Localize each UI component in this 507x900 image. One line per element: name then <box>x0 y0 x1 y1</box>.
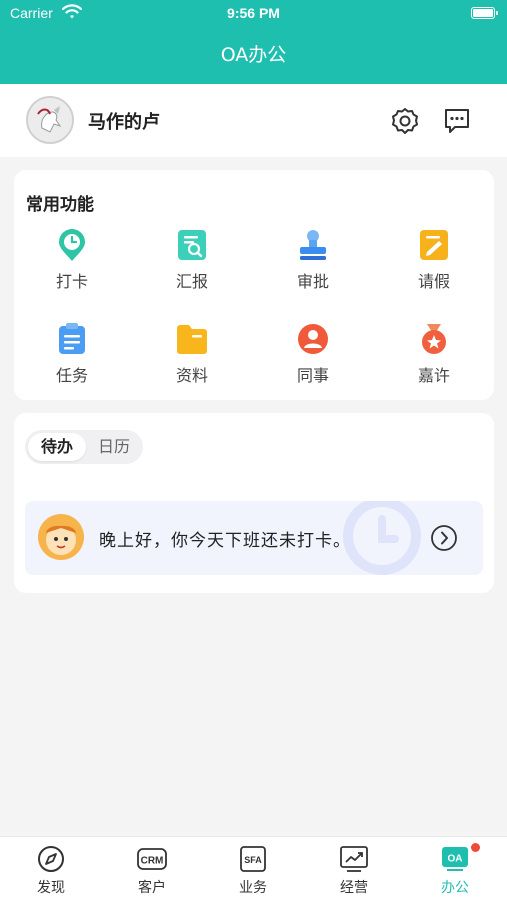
user-bar: 马作的卢 <box>0 84 507 157</box>
task-clipboard-icon <box>59 323 85 354</box>
report-search-icon <box>178 230 206 260</box>
crm-icon: CRM <box>137 848 167 870</box>
pegasus-avatar-icon <box>28 98 72 142</box>
settings-gear-icon[interactable] <box>390 106 420 136</box>
tab-todo[interactable]: 待办 <box>28 433 86 461</box>
svg-text:OA: OA <box>448 854 463 865</box>
tab-discover[interactable]: 发现 <box>16 845 86 897</box>
function-report[interactable]: 汇报 <box>152 228 232 292</box>
tab-customer[interactable]: CRM 客户 <box>117 845 187 897</box>
status-time: 9:56 PM <box>227 5 280 21</box>
leave-note-icon <box>420 230 448 260</box>
section-title: 常用功能 <box>26 195 94 215</box>
todo-segment-control: 待办 日历 <box>25 430 143 464</box>
function-task[interactable]: 任务 <box>32 322 112 386</box>
common-functions-card: 常用功能 打卡 汇报 审批 请假 任务 资料 同事 嘉许 <box>14 170 494 400</box>
function-documents[interactable]: 资料 <box>152 322 232 386</box>
clock-in-reminder[interactable]: 晚上好，你今天下班还未打卡。 <box>25 501 483 575</box>
svg-text:CRM: CRM <box>141 856 164 867</box>
message-icon[interactable] <box>442 106 472 136</box>
trend-chart-icon <box>340 846 368 872</box>
top-bar: Carrier 9:56 PM OA办公 <box>0 0 507 84</box>
folder-icon <box>177 325 207 354</box>
reminder-text: 晚上好，你今天下班还未打卡。 <box>99 531 351 551</box>
oa-icon: OA <box>442 847 468 871</box>
compass-icon <box>38 846 64 872</box>
medal-icon <box>422 324 446 354</box>
tab-office[interactable]: OA 办公 <box>420 843 490 897</box>
tab-operations[interactable]: 经营 <box>319 845 389 897</box>
user-name: 马作的卢 <box>88 112 160 133</box>
bottom-tab-bar: 发现 CRM 客户 SFA 业务 经营 OA 办公 <box>0 836 507 900</box>
function-clock-in[interactable]: 打卡 <box>32 228 112 292</box>
notification-dot <box>471 843 480 852</box>
function-approval[interactable]: 审批 <box>273 228 353 292</box>
colleague-icon <box>298 324 328 354</box>
svg-text:SFA: SFA <box>244 855 262 865</box>
status-bar: Carrier 9:56 PM <box>0 0 507 28</box>
sfa-icon: SFA <box>240 846 266 872</box>
clock-watermark-icon <box>343 501 421 575</box>
tab-business[interactable]: SFA 业务 <box>218 845 288 897</box>
todo-card: 待办 日历 晚上好，你今天下班还未打卡。 <box>14 413 494 593</box>
function-colleagues[interactable]: 同事 <box>273 322 353 386</box>
battery-icon <box>471 7 498 19</box>
tab-calendar[interactable]: 日历 <box>88 433 140 461</box>
mascot-icon <box>38 514 84 560</box>
page-title: OA办公 <box>220 44 287 66</box>
function-leave[interactable]: 请假 <box>394 228 474 292</box>
approval-stamp-icon <box>300 230 326 260</box>
avatar[interactable] <box>26 96 74 144</box>
clock-pin-icon <box>59 229 85 261</box>
chevron-right-icon[interactable] <box>430 524 458 552</box>
function-praise[interactable]: 嘉许 <box>394 322 474 386</box>
